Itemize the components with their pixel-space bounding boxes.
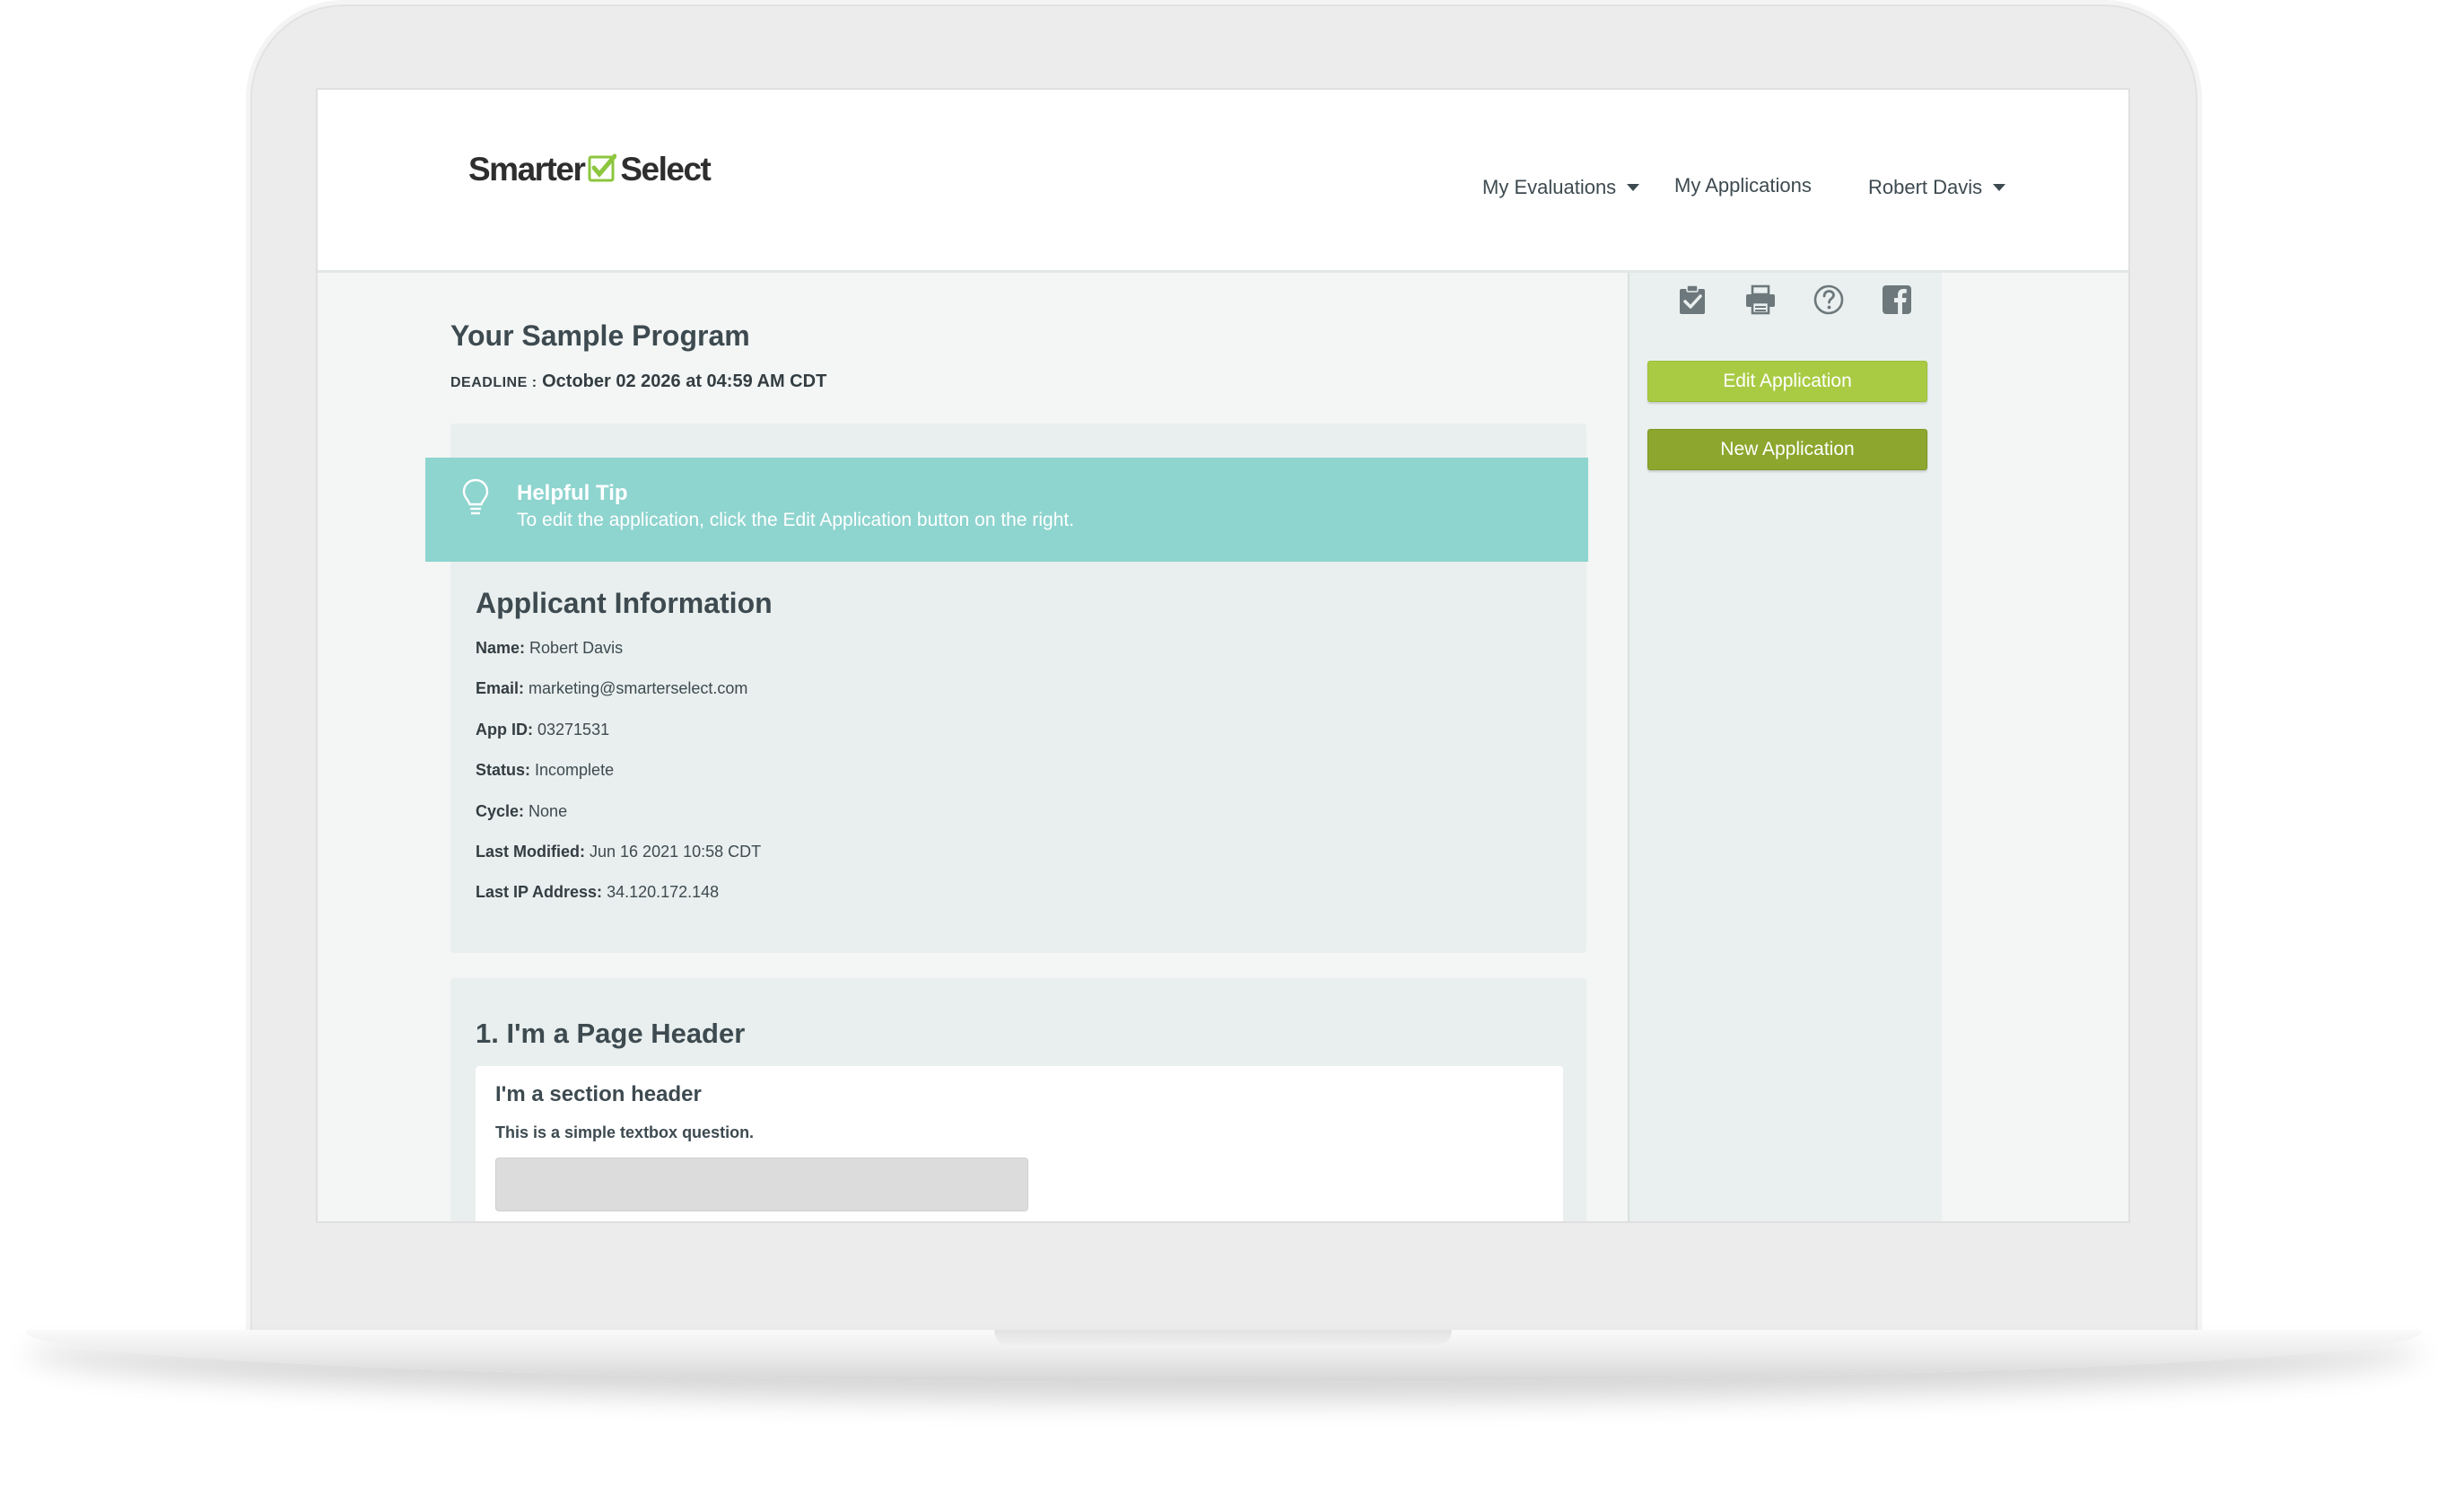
tip-title: Helpful Tip xyxy=(517,481,628,505)
nav-my-evaluations-label: My Evaluations xyxy=(1482,176,1617,198)
question-label: This is a simple textbox question. xyxy=(495,1123,755,1141)
info-value: 34.120.172.148 xyxy=(607,883,720,902)
textbox-answer-input[interactable] xyxy=(495,1158,1028,1211)
info-value: Robert Davis xyxy=(529,639,624,657)
nav-my-applications[interactable]: My Applications xyxy=(1674,174,1812,197)
printer-icon[interactable] xyxy=(1744,284,1777,316)
info-label: App ID: xyxy=(476,720,533,739)
info-value: Incomplete xyxy=(535,761,615,780)
right-sidebar: Edit Application New Application xyxy=(1628,273,1942,1221)
facebook-icon[interactable] xyxy=(1881,284,1913,316)
info-value: None xyxy=(529,801,568,820)
info-value: 03271531 xyxy=(537,720,610,739)
info-row-name: Name: Robert Davis xyxy=(476,639,761,679)
edit-application-button[interactable]: Edit Application xyxy=(1647,361,1927,402)
chevron-down-icon xyxy=(1627,184,1640,191)
info-row-app-id: App ID: 03271531 xyxy=(476,721,761,761)
info-row-cycle: Cycle: None xyxy=(476,802,761,843)
info-value: marketing@smarterselect.com xyxy=(529,679,748,698)
info-row-last-modified: Last Modified: Jun 16 2021 10:58 CDT xyxy=(476,843,761,883)
browser-screen: Smarter Select My Evaluations My Applica… xyxy=(316,88,2130,1223)
logo-check-icon xyxy=(588,153,617,182)
clipboard-check-icon[interactable] xyxy=(1676,284,1708,316)
helpful-tip-banner: Helpful Tip To edit the application, cli… xyxy=(425,458,1588,562)
nav-my-applications-label: My Applications xyxy=(1674,174,1812,197)
smarterselect-logo[interactable]: Smarter Select xyxy=(468,151,712,188)
info-label: Cycle: xyxy=(476,801,525,820)
info-value: Jun 16 2021 10:58 CDT xyxy=(590,842,762,861)
info-row-status: Status: Incomplete xyxy=(476,761,761,801)
logo-text-right: Select xyxy=(620,151,712,188)
deadline-label: DEADLINE : xyxy=(450,375,537,390)
logo-text-left: Smarter xyxy=(468,151,586,188)
info-label: Last Modified: xyxy=(476,842,585,861)
info-label: Name: xyxy=(476,639,526,657)
main-content: Your Sample Program DEADLINE : October 0… xyxy=(318,273,1628,1221)
section-header: I'm a section header xyxy=(495,1082,702,1106)
deadline-value: October 02 2026 at 04:59 AM CDT xyxy=(542,371,827,391)
top-navbar: Smarter Select My Evaluations My Applica… xyxy=(318,90,2128,273)
nav-user-menu[interactable]: Robert Davis xyxy=(1868,176,2006,199)
info-row-last-ip: Last IP Address: 34.120.172.148 xyxy=(476,883,761,923)
page-header: 1. I'm a Page Header xyxy=(476,1018,746,1049)
nav-user-name: Robert Davis xyxy=(1868,176,1983,198)
nav-my-evaluations[interactable]: My Evaluations xyxy=(1482,176,1640,199)
laptop-notch xyxy=(994,1330,1452,1348)
info-label: Email: xyxy=(476,679,525,698)
info-row-email: Email: marketing@smarterselect.com xyxy=(476,679,761,720)
new-application-button[interactable]: New Application xyxy=(1647,429,1927,470)
deadline: DEADLINE : October 02 2026 at 04:59 AM C… xyxy=(450,371,826,392)
info-label: Status: xyxy=(476,761,531,780)
chevron-down-icon xyxy=(1993,184,2006,191)
help-circle-icon[interactable] xyxy=(1813,284,1845,316)
program-title: Your Sample Program xyxy=(450,319,750,352)
applicant-info-list: Name: Robert Davis Email: marketing@smar… xyxy=(476,639,761,924)
info-label: Last IP Address: xyxy=(476,883,603,902)
tip-text: To edit the application, click the Edit … xyxy=(517,510,1075,530)
lightbulb-icon xyxy=(462,478,489,515)
applicant-info-title: Applicant Information xyxy=(476,587,773,619)
section-box: I'm a section header This is a simple te… xyxy=(476,1066,1563,1221)
sidebar-icon-row xyxy=(1676,284,1913,316)
